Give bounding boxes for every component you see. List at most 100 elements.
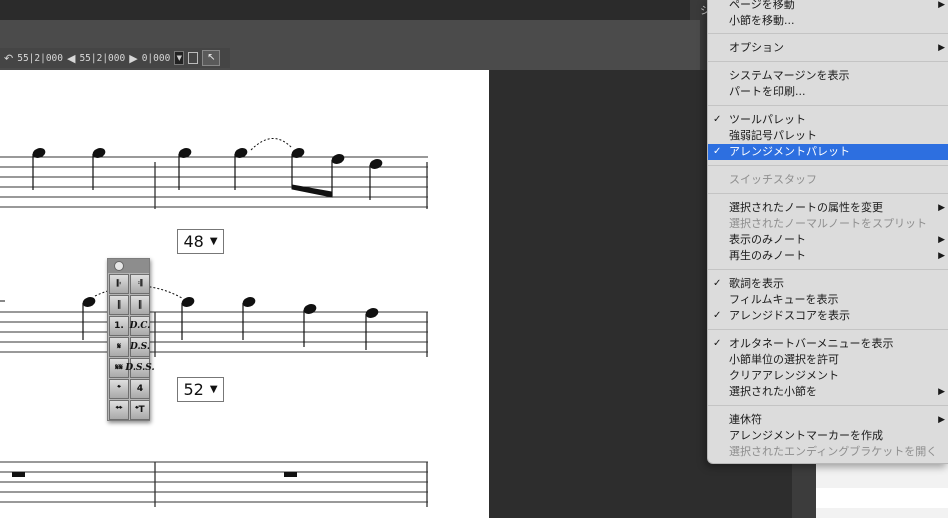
measure-number-box[interactable]: 52 ▼	[177, 377, 224, 402]
menu-item-label: ツールパレット	[729, 113, 806, 126]
position-field-end[interactable]: 55|2|000	[79, 53, 125, 64]
menu-item-label: 選択された小節を	[729, 385, 817, 398]
menu-item[interactable]: フィルムキューを表示	[708, 292, 948, 308]
menu-item[interactable]: クリアアレンジメント	[708, 368, 948, 384]
menu-item-label: 連休符	[729, 413, 762, 426]
checkbox-icon[interactable]	[188, 52, 199, 64]
arrow-left-icon[interactable]: ◀	[67, 52, 75, 65]
context-menu: ページを移動 ▶ 小節を移動... オプション ▶ システムマージンを表示 パートを印刷..…	[707, 0, 948, 464]
notes-staff-1[interactable]	[32, 138, 383, 200]
menu-separator	[708, 165, 948, 166]
menu-item[interactable]: 連休符 ▶	[708, 412, 948, 428]
submenu-arrow-icon: ▶	[938, 203, 945, 213]
menu-item-label: 小節を移動...	[729, 14, 795, 27]
dropdown-arrow-icon[interactable]: ▼	[174, 51, 185, 65]
submenu-arrow-icon: ▶	[938, 43, 945, 53]
dss-button[interactable]: D.S.S.	[125, 358, 155, 378]
position-toolbar: ↶ 55|2|000 ◀ 55|2|000 ▶ 0|000 ▼ ↖	[0, 48, 230, 68]
final-barline-button[interactable]: ‖	[130, 295, 150, 315]
menu-item: 選択されたノーマルノートをスプリット	[708, 216, 948, 232]
menu-separator	[708, 269, 948, 270]
coda-to-button[interactable]: 𝄌T	[130, 400, 150, 420]
checkmark-icon: ✓	[713, 310, 722, 321]
position-field-length[interactable]: 0|000	[142, 53, 171, 64]
multi-rest-button[interactable]: 4	[130, 379, 150, 399]
menu-separator	[708, 105, 948, 106]
menu-item-label: 表示のみノート	[729, 233, 806, 246]
menu-item-label: ページを移動	[729, 0, 795, 11]
menu-separator	[708, 61, 948, 62]
repeat-start-button[interactable]: 𝄆	[109, 274, 129, 294]
menu-item[interactable]: 選択された小節を ▶	[708, 384, 948, 400]
menu-item-label: オルタネートバーメニューを表示	[729, 337, 894, 350]
menu-item[interactable]: 小節単位の選択を許可	[708, 352, 948, 368]
menu-item[interactable]: ページを移動 ▶	[708, 0, 948, 13]
music-score[interactable]	[0, 70, 489, 518]
dropdown-arrow-icon[interactable]: ▼	[210, 384, 218, 395]
menu-item[interactable]: ✓ 歌詞を表示	[708, 276, 948, 292]
close-icon[interactable]	[114, 261, 124, 271]
menu-item[interactable]: ✓ アレンジドスコアを表示	[708, 308, 948, 324]
menu-item[interactable]: 再生のみノート ▶	[708, 248, 948, 264]
menu-item-label: アレンジドスコアを表示	[729, 309, 850, 322]
coda-button[interactable]: 𝄌	[109, 379, 129, 399]
menu-item-label: パートを印刷...	[729, 85, 806, 98]
checkmark-icon: ✓	[713, 146, 722, 157]
menu-item: 選択されたエンディングブラケットを開く	[708, 444, 948, 460]
menu-separator	[708, 405, 948, 406]
first-ending-button[interactable]: 1.	[109, 316, 129, 336]
menu-item[interactable]: 表示のみノート ▶	[708, 232, 948, 248]
checkmark-icon: ✓	[713, 278, 722, 289]
menu-item-label: システムマージンを表示	[729, 69, 850, 82]
menu-item[interactable]: 小節を移動...	[708, 13, 948, 29]
menu-separator	[708, 329, 948, 330]
inspector-field	[816, 488, 948, 508]
menu-item-label: 選択されたエンディングブラケットを開く	[729, 445, 938, 458]
dc-button[interactable]: D.C.	[130, 316, 150, 336]
position-field-start[interactable]: 55|2|000	[17, 53, 63, 64]
submenu-arrow-icon: ▶	[938, 415, 945, 425]
menu-item-label: オプション	[729, 41, 784, 54]
double-barline-button[interactable]: ‖	[109, 295, 129, 315]
menu-item[interactable]: アレンジメントマーカーを作成	[708, 428, 948, 444]
menu-item[interactable]: 選択されたノートの属性を変更 ▶	[708, 200, 948, 216]
menu-item[interactable]: オプション ▶	[708, 40, 948, 56]
measure-number: 48	[183, 232, 204, 251]
menu-item: スイッチスタッフ	[708, 172, 948, 188]
notes-staff-2[interactable]	[0, 285, 379, 350]
measure-number-box[interactable]: 48 ▼	[177, 229, 224, 254]
menu-item[interactable]: ✓ オルタネートバーメニューを表示	[708, 336, 948, 352]
menu-item-label: 小節単位の選択を許可	[729, 353, 839, 366]
segno-button[interactable]: 𝄋	[109, 337, 129, 357]
submenu-arrow-icon: ▶	[938, 387, 945, 397]
menu-item-label: フィルムキューを表示	[729, 293, 839, 306]
menu-item[interactable]: ✓ アレンジメントパレット	[708, 144, 948, 160]
palette-button-grid: 𝄆 𝄇 ‖ ‖ 1. D.C. 𝄋 D.S. 𝄋𝄋 D.S.S. 𝄌 4 𝄌𝄌 …	[108, 273, 155, 421]
menu-item[interactable]: パートを印刷...	[708, 84, 948, 100]
staff-line-group-2	[0, 311, 428, 357]
ds-button[interactable]: D.S.	[130, 337, 150, 357]
staff-line-group-1	[0, 156, 428, 209]
menu-separator	[708, 33, 948, 34]
staff-line-group-3	[0, 461, 428, 507]
arrangement-palette[interactable]: 𝄆 𝄇 ‖ ‖ 1. D.C. 𝄋 D.S. 𝄋𝄋 D.S.S. 𝄌 4 𝄌𝄌 …	[107, 258, 155, 421]
menu-separator	[708, 193, 948, 194]
submenu-arrow-icon: ▶	[938, 0, 945, 10]
double-coda-button[interactable]: 𝄌𝄌	[109, 400, 129, 420]
menu-item-label: クリアアレンジメント	[729, 369, 839, 382]
dropdown-arrow-icon[interactable]: ▼	[210, 236, 218, 247]
menu-item-label: アレンジメントマーカーを作成	[729, 429, 883, 442]
menu-item-label: アレンジメントパレット	[729, 145, 850, 158]
menu-item-label: 歌詞を表示	[729, 277, 784, 290]
measure-number: 52	[183, 380, 204, 399]
undo-icon[interactable]: ↶	[4, 52, 13, 65]
arrow-right-icon[interactable]: ▶	[129, 52, 137, 65]
menu-item-label: スイッチスタッフ	[729, 173, 817, 186]
menu-item[interactable]: 強弱記号パレット	[708, 128, 948, 144]
pointer-tool-icon[interactable]: ↖	[202, 50, 221, 66]
menu-item[interactable]: ✓ ツールパレット	[708, 112, 948, 128]
palette-title-bar[interactable]	[108, 259, 149, 273]
menu-item-label: 強弱記号パレット	[729, 129, 817, 142]
repeat-end-button[interactable]: 𝄇	[130, 274, 150, 294]
menu-item[interactable]: システムマージンを表示	[708, 68, 948, 84]
